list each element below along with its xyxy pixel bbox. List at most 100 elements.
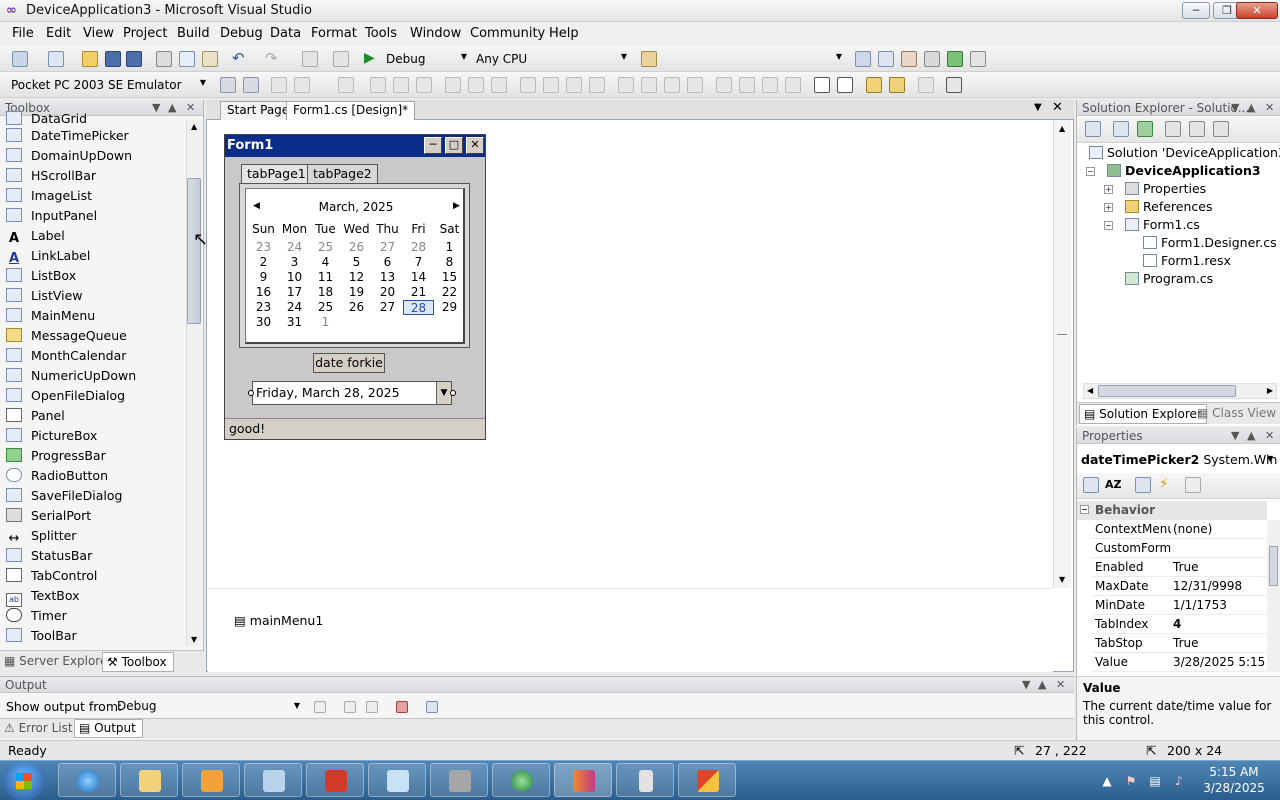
find-message-icon[interactable] (314, 701, 326, 713)
calendar-day[interactable]: 14 (403, 270, 434, 285)
toolbox-item-savefiledialog[interactable]: SaveFileDialog (6, 487, 182, 505)
align-centers-icon[interactable] (338, 77, 354, 93)
toolbox-item-listview[interactable]: ListView (6, 287, 182, 305)
tab-tabpage1[interactable]: tabPage1 (241, 164, 312, 184)
toolbox-item-datetimepicker[interactable]: DateTimePicker (6, 127, 182, 145)
target-device-combo[interactable]: Pocket PC 2003 SE Emulator ▼ (6, 75, 210, 95)
scroll-up-icon[interactable]: ▲ (191, 122, 197, 131)
properties-scrollbar[interactable] (1267, 520, 1280, 672)
events-icon[interactable]: ⚡ (1159, 477, 1175, 493)
taskbar-globe[interactable] (492, 763, 550, 797)
date-forkie-button[interactable]: date forkie (313, 353, 385, 373)
clear-all-icon[interactable] (396, 701, 408, 713)
vertical-spacing-icon[interactable] (664, 77, 680, 93)
pin-icon[interactable]: ▲ (1038, 677, 1046, 693)
expand-icon[interactable]: + (1104, 185, 1113, 194)
navigate-back-icon[interactable] (302, 51, 318, 67)
show-hidden-icons-icon[interactable]: ▲ (1100, 774, 1114, 788)
menu-data[interactable]: Data (270, 26, 301, 41)
calendar-day[interactable]: 27 (372, 240, 403, 255)
toolbox-item-datagrid[interactable]: DataGrid (6, 110, 182, 128)
tab-start-page[interactable]: Start Page (220, 101, 297, 120)
window-position-icon[interactable]: ▼ (1231, 428, 1239, 444)
align-lefts-icon[interactable] (294, 77, 310, 93)
toolbox-item-listbox[interactable]: ListBox (6, 267, 182, 285)
calendar-day[interactable]: 5 (341, 255, 372, 270)
save-icon[interactable] (105, 51, 121, 67)
calendar-day[interactable]: 23 (248, 240, 279, 255)
calendar-day[interactable]: 28 (403, 300, 434, 315)
increase-spacing-icon[interactable] (589, 77, 605, 93)
toolbox-item-numericupdown[interactable]: NumericUpDown (6, 367, 182, 385)
scroll-up-icon[interactable]: ▲ (1059, 124, 1065, 133)
expand-icon[interactable]: + (1104, 203, 1113, 212)
bring-to-front-icon[interactable] (866, 77, 882, 93)
menu-community[interactable]: Community (470, 26, 545, 41)
form-minimize-icon[interactable]: ─ (424, 137, 442, 154)
lock-controls-icon[interactable] (946, 77, 962, 93)
align-to-grid-icon[interactable] (271, 77, 287, 93)
save-all-icon[interactable] (126, 51, 142, 67)
size-to-grid-icon[interactable] (543, 77, 559, 93)
taskbar-media-player[interactable] (182, 763, 240, 797)
find-combo[interactable]: ▼ (660, 49, 846, 69)
scroll-left-icon[interactable]: ◀ (1087, 386, 1093, 395)
refresh-icon[interactable] (1137, 121, 1153, 137)
form-maximize-icon[interactable]: □ (445, 137, 463, 154)
send-to-back-icon[interactable] (889, 77, 905, 93)
decrease-vertical-spacing-icon[interactable] (716, 77, 732, 93)
calendar-day[interactable]: 19 (341, 285, 372, 300)
decrease-spacing-icon[interactable] (618, 77, 634, 93)
center-h-form-icon[interactable] (814, 77, 830, 93)
object-selector[interactable]: dateTimePicker2 System.Window (1081, 452, 1277, 470)
calendar-day[interactable]: 18 (310, 285, 341, 300)
prop-row-tabindex[interactable]: TabIndex 4 (1091, 615, 1267, 634)
tree-item-form1-resx[interactable]: Form1.resx (1143, 252, 1231, 270)
calendar-day[interactable]: 21 (403, 285, 434, 300)
tab-error-list[interactable]: ⚠ Error List (4, 721, 73, 735)
toolbox-item-openfiledialog[interactable]: OpenFileDialog (6, 387, 182, 405)
resize-handle-left[interactable] (248, 390, 254, 396)
menu-edit[interactable]: Edit (46, 26, 71, 41)
toolbox-item-hscrollbar[interactable]: HScrollBar (6, 167, 182, 185)
increase-vertical-spacing-icon[interactable] (687, 77, 703, 93)
calendar-day[interactable]: 7 (403, 255, 434, 270)
active-files-icon[interactable]: ▼ (1034, 102, 1042, 113)
property-pages-icon[interactable] (1185, 477, 1201, 493)
tab-server-explorer[interactable]: ▦ Server Explorer (4, 654, 112, 668)
calendar-day[interactable]: 23 (248, 300, 279, 315)
properties-window-icon[interactable] (878, 51, 894, 67)
toolbox-item-tabcontrol[interactable]: TabControl (6, 567, 182, 585)
make-same-size-icon[interactable] (520, 77, 536, 93)
menu-debug[interactable]: Debug (220, 26, 263, 41)
calendar-day[interactable]: 30 (248, 315, 279, 330)
add-item-icon[interactable] (48, 51, 64, 67)
properties-scroll-thumb[interactable] (1269, 546, 1278, 586)
taskbar-internet-explorer[interactable] (58, 763, 116, 797)
collapse-icon[interactable]: − (1080, 505, 1089, 514)
calendar-day[interactable]: 29 (434, 300, 465, 315)
taskbar-office[interactable] (678, 763, 736, 797)
close-icon[interactable]: ✕ (1265, 428, 1274, 444)
calendar-day[interactable]: 4 (310, 255, 341, 270)
calendar-day[interactable]: 16 (248, 285, 279, 300)
toolbox-item-textbox[interactable]: ab TextBox (6, 587, 182, 607)
toolbox-item-imagelist[interactable]: ImageList (6, 187, 182, 205)
taskbar-device-emulator[interactable] (616, 763, 674, 797)
tab-toolbox[interactable]: ⚒ Toolbox (102, 652, 174, 672)
month-calendar[interactable]: ◀ March, 2025 ▶ Sun Mon Tue Wed Thu Fri Sat 23 2… (245, 188, 465, 344)
toolbox-item-panel[interactable]: Panel (6, 407, 182, 425)
solution-configuration-combo[interactable]: Debug ▼ (381, 49, 471, 69)
date-time-picker[interactable]: Friday, March 28, 2025 ▼ (252, 381, 452, 405)
toolbox-item-progressbar[interactable]: ProgressBar (6, 447, 182, 465)
menu-format[interactable]: Format (311, 26, 357, 41)
tab-order-icon[interactable] (918, 77, 934, 93)
word-wrap-icon[interactable] (426, 701, 438, 713)
calendar-day[interactable]: 9 (248, 270, 279, 285)
menu-help[interactable]: Help (549, 26, 579, 41)
cut-icon[interactable] (156, 51, 172, 67)
toolbox-item-messagequeue[interactable]: MessageQueue (6, 327, 182, 345)
calendar-day[interactable]: 20 (372, 285, 403, 300)
make-same-height-icon[interactable] (491, 77, 507, 93)
tree-item-form1[interactable]: Form1.cs (1125, 216, 1200, 234)
